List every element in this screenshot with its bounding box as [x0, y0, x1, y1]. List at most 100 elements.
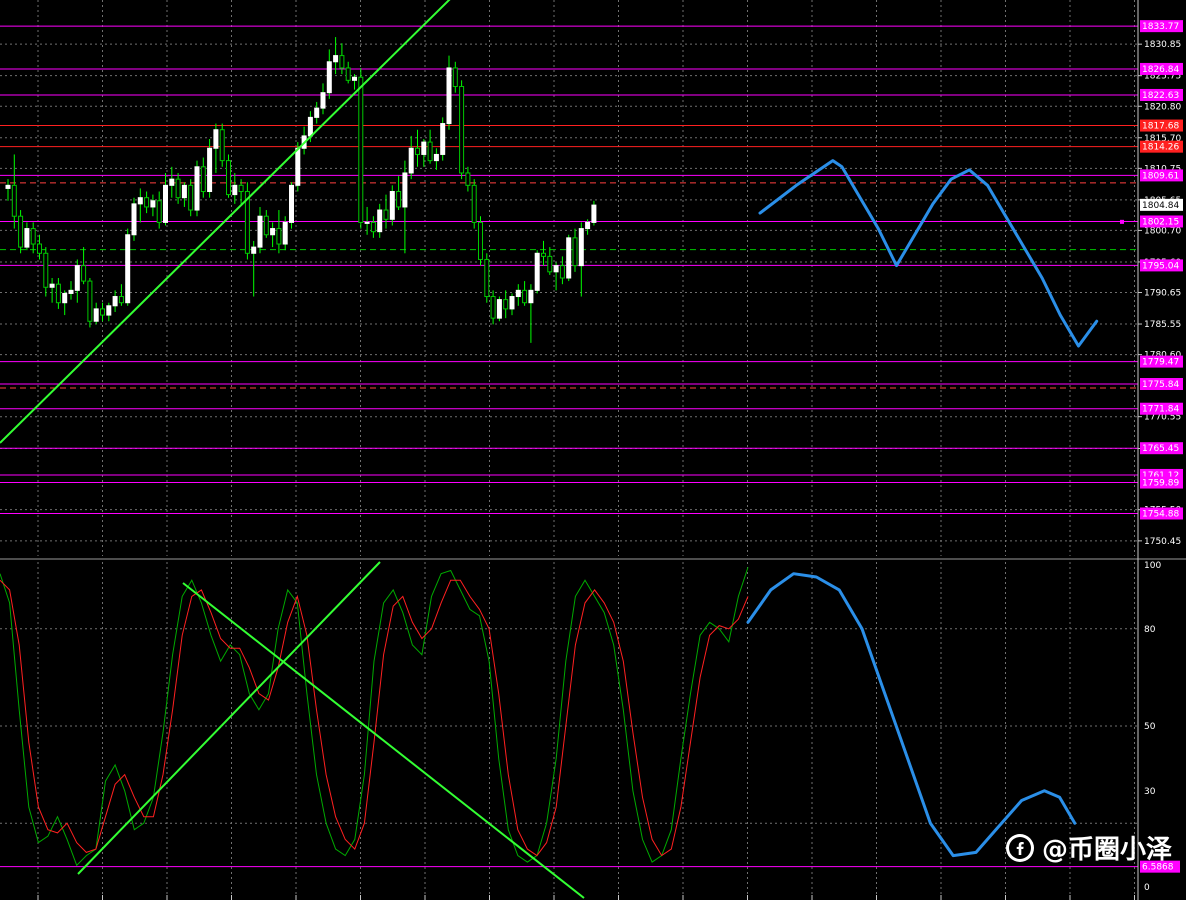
candle-body — [345, 67, 351, 81]
stochastic-line — [0, 567, 749, 867]
candle-body — [112, 296, 118, 307]
candle-body — [81, 265, 87, 282]
candle-body — [37, 243, 42, 254]
candle-body — [389, 191, 395, 220]
level-price-label: 1765.45 — [1142, 444, 1179, 454]
candle-body — [415, 147, 420, 155]
level-price-label: 1795.04 — [1142, 261, 1179, 271]
candle-body — [282, 221, 288, 245]
price-axis: 1830.851825.751820.801815.701810.751805.… — [0, 0, 1186, 900]
candle-body — [446, 67, 452, 125]
candle-body — [238, 184, 244, 193]
candle-body — [5, 184, 11, 189]
tick-label: 1790.65 — [1144, 289, 1181, 299]
candle-body — [578, 228, 584, 267]
candle-body — [522, 289, 528, 304]
stochastic-panel — [0, 561, 1138, 899]
candle-body — [566, 237, 572, 279]
candle-body — [207, 147, 213, 193]
tick-label: 1750.45 — [1144, 537, 1181, 547]
candle-body — [396, 191, 402, 208]
level-price-label: 1759.89 — [1142, 479, 1179, 489]
candle-body — [257, 215, 263, 248]
candle-body — [452, 67, 458, 87]
candle-body — [93, 308, 99, 322]
level-price-label: 1833.77 — [1142, 22, 1179, 32]
candle-body — [276, 228, 282, 245]
candle-body — [364, 221, 370, 224]
candle-body — [534, 252, 540, 291]
candle-body — [503, 299, 509, 310]
candle-body — [18, 215, 24, 248]
candle-body — [585, 221, 591, 230]
level-price-label: 1822.63 — [1142, 91, 1179, 101]
candle-body — [232, 184, 238, 196]
candle-body — [181, 184, 187, 199]
tick-label: 50 — [1144, 722, 1156, 732]
level-price-label: 1779.47 — [1142, 358, 1179, 368]
level-price-label: 1826.84 — [1142, 65, 1179, 75]
candle-body — [496, 299, 502, 319]
candle-body — [194, 166, 200, 211]
tick-label: 1800.70 — [1144, 226, 1181, 236]
tick-label: 1820.80 — [1144, 102, 1181, 112]
candle-body — [125, 234, 131, 304]
candle-body — [383, 209, 389, 220]
level-price-label: 1754.88 — [1142, 509, 1179, 519]
current-price-label: 1804.84 — [1142, 201, 1179, 211]
candle-body — [226, 160, 231, 196]
candle-body — [270, 228, 276, 236]
candle-body — [175, 178, 181, 199]
candle-body — [307, 116, 313, 137]
candle-body — [459, 85, 465, 174]
candle-body — [320, 92, 326, 109]
forecast-path — [758, 159, 1099, 348]
tick-label: 100 — [1144, 561, 1161, 571]
candle-body — [251, 246, 257, 254]
candle-body — [515, 289, 521, 298]
candle-body — [572, 237, 578, 267]
candle-body — [377, 209, 383, 233]
candle-body — [289, 184, 294, 223]
candle-body — [295, 147, 301, 186]
candle-body — [528, 289, 534, 304]
price-chart-svg: 1830.851825.751820.801815.701810.751805.… — [0, 0, 1186, 900]
candle-body — [314, 107, 320, 118]
candle-body — [55, 283, 61, 304]
candle-body — [370, 221, 376, 233]
candle-body — [106, 305, 112, 316]
level-price-label: 1771.84 — [1142, 405, 1179, 415]
candle-body — [433, 153, 439, 162]
tick-label: 1830.85 — [1144, 40, 1181, 50]
candle-body — [471, 184, 477, 223]
candle-body — [200, 166, 206, 193]
level-price-label: 1809.61 — [1142, 171, 1179, 181]
level-price-label: 1817.68 — [1142, 122, 1179, 132]
candle-body — [219, 129, 225, 162]
candle-body — [156, 200, 162, 223]
candle-body — [74, 265, 80, 291]
candle-body — [118, 296, 124, 304]
candle-body — [339, 55, 345, 69]
level-price-label: 1802.15 — [1142, 217, 1179, 227]
candle-body — [43, 252, 49, 288]
candle-body — [87, 280, 93, 322]
candle-body — [490, 296, 496, 319]
candle-body — [352, 76, 357, 81]
candle-body — [427, 141, 433, 162]
candle-body — [11, 184, 17, 217]
candle-body — [547, 255, 553, 273]
candle-body — [137, 197, 143, 205]
trend-line — [182, 582, 585, 899]
candle-body — [169, 178, 175, 186]
candle-body — [484, 258, 490, 298]
watermark-text: @币圈小泽 — [1041, 835, 1172, 865]
candle-body — [263, 215, 269, 236]
candle-body — [62, 292, 68, 304]
candle-body — [150, 200, 156, 208]
price-panel — [0, 0, 1138, 556]
candle-body — [591, 204, 597, 223]
candle-body — [68, 289, 74, 294]
tick-label: 30 — [1144, 787, 1156, 797]
candle-body — [144, 197, 150, 208]
